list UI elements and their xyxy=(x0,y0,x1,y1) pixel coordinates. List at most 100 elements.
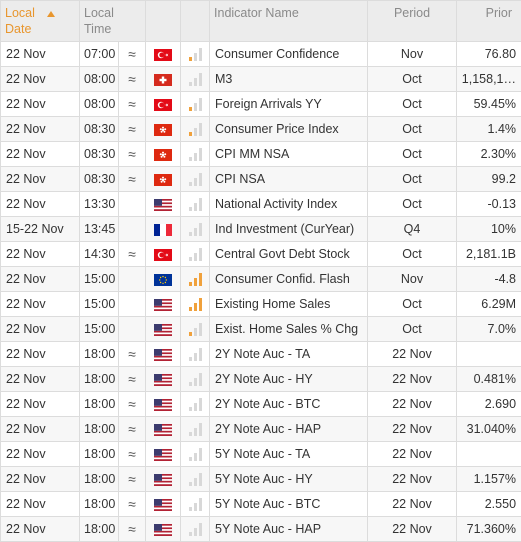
row-date: 22 Nov xyxy=(1,242,80,267)
turkey-flag-icon xyxy=(154,249,172,261)
table-row[interactable]: 22 Nov18:00≈2Y Note Auc - BTC22 Nov2.690 xyxy=(1,392,521,417)
column-header-indicator-name[interactable]: Indicator Name xyxy=(210,1,368,42)
table-row[interactable]: 22 Nov13:30National Activity IndexOct-0.… xyxy=(1,192,521,217)
row-indicator-name[interactable]: M3 xyxy=(210,67,368,92)
row-period: 22 Nov xyxy=(368,442,457,467)
row-prior: -0.13 xyxy=(457,192,521,217)
approx-time-icon xyxy=(119,267,146,292)
row-country xyxy=(146,167,181,192)
column-header-local-date[interactable]: LocalDate xyxy=(1,1,80,42)
row-indicator-name[interactable]: 2Y Note Auc - TA xyxy=(210,342,368,367)
row-date: 22 Nov xyxy=(1,267,80,292)
hong-kong-flag-icon xyxy=(154,149,172,161)
row-indicator-name[interactable]: Exist. Home Sales % Chg xyxy=(210,317,368,342)
row-prior: 31.040% xyxy=(457,417,521,442)
row-impact xyxy=(181,117,210,142)
table-row[interactable]: 22 Nov18:00≈5Y Note Auc - BTC22 Nov2.550 xyxy=(1,492,521,517)
column-header-period[interactable]: Period xyxy=(368,1,457,42)
column-header-local-time[interactable]: LocalTime xyxy=(80,1,146,42)
table-row[interactable]: 15-22 Nov13:45Ind Investment (CurYear)Q4… xyxy=(1,217,521,242)
row-date: 22 Nov xyxy=(1,42,80,67)
row-indicator-name[interactable]: Ind Investment (CurYear) xyxy=(210,217,368,242)
united-states-flag-icon xyxy=(154,299,172,311)
impact-bars-icon xyxy=(187,97,203,111)
row-indicator-name[interactable]: 2Y Note Auc - HAP xyxy=(210,417,368,442)
table-row[interactable]: 22 Nov18:00≈5Y Note Auc - HY22 Nov1.157% xyxy=(1,467,521,492)
row-period: 22 Nov xyxy=(368,392,457,417)
table-row[interactable]: 22 Nov08:30≈CPI NSAOct99.2 xyxy=(1,167,521,192)
table-row[interactable]: 22 Nov15:00Exist. Home Sales % ChgOct7.0… xyxy=(1,317,521,342)
row-indicator-name[interactable]: Central Govt Debt Stock xyxy=(210,242,368,267)
row-period: Oct xyxy=(368,242,457,267)
row-impact xyxy=(181,392,210,417)
row-country xyxy=(146,117,181,142)
approx-time-icon: ≈ xyxy=(119,92,146,117)
table-header: LocalDate LocalTime Indicator Name Perio… xyxy=(1,1,521,42)
impact-bar xyxy=(199,148,202,161)
impact-bar xyxy=(189,482,192,486)
row-indicator-name[interactable]: Consumer Confidence xyxy=(210,42,368,67)
row-indicator-name[interactable]: 5Y Note Auc - HY xyxy=(210,467,368,492)
impact-bar xyxy=(199,223,202,236)
row-indicator-name[interactable]: National Activity Index xyxy=(210,192,368,217)
row-prior: 99.2 xyxy=(457,167,521,192)
impact-bar xyxy=(194,403,197,411)
local-time-label-line2: Time xyxy=(84,22,111,36)
row-date: 22 Nov xyxy=(1,67,80,92)
impact-bar xyxy=(189,382,192,386)
table-row[interactable]: 22 Nov08:00≈M3Oct1,158,1… xyxy=(1,67,521,92)
row-indicator-name[interactable]: Consumer Confid. Flash xyxy=(210,267,368,292)
table-row[interactable]: 22 Nov08:00≈Foreign Arrivals YYOct59.45% xyxy=(1,92,521,117)
table-row[interactable]: 22 Nov18:00≈2Y Note Auc - HAP22 Nov31.04… xyxy=(1,417,521,442)
row-period: Oct xyxy=(368,292,457,317)
row-indicator-name[interactable]: 2Y Note Auc - HY xyxy=(210,367,368,392)
row-indicator-name[interactable]: 5Y Note Auc - BTC xyxy=(210,492,368,517)
impact-bar xyxy=(189,57,192,61)
row-indicator-name[interactable]: Foreign Arrivals YY xyxy=(210,92,368,117)
impact-bar xyxy=(194,453,197,461)
impact-bars-icon xyxy=(187,272,203,286)
table-row[interactable]: 22 Nov15:00Consumer Confid. FlashNov-4.8 xyxy=(1,267,521,292)
approx-time-icon xyxy=(119,292,146,317)
table-row[interactable]: 22 Nov08:30≈Consumer Price IndexOct1.4% xyxy=(1,117,521,142)
row-country xyxy=(146,67,181,92)
table-row[interactable]: 22 Nov08:30≈CPI MM NSAOct2.30% xyxy=(1,142,521,167)
impact-bar xyxy=(189,332,192,336)
table-row[interactable]: 22 Nov14:30≈Central Govt Debt StockOct2,… xyxy=(1,242,521,267)
table-row[interactable]: 22 Nov15:00Existing Home SalesOct6.29M xyxy=(1,292,521,317)
row-impact xyxy=(181,92,210,117)
row-indicator-name[interactable]: CPI MM NSA xyxy=(210,142,368,167)
impact-bar xyxy=(189,457,192,461)
impact-bars-icon xyxy=(187,247,203,261)
row-indicator-name[interactable]: CPI NSA xyxy=(210,167,368,192)
column-header-prior[interactable]: Prior xyxy=(457,1,521,42)
table-row[interactable]: 22 Nov07:00≈Consumer ConfidenceNov76.80 xyxy=(1,42,521,67)
row-indicator-name[interactable]: 2Y Note Auc - BTC xyxy=(210,392,368,417)
row-prior: 0.481% xyxy=(457,367,521,392)
impact-bar xyxy=(194,128,197,136)
row-time: 07:00 xyxy=(80,42,119,67)
table-row[interactable]: 22 Nov18:00≈2Y Note Auc - HY22 Nov0.481% xyxy=(1,367,521,392)
impact-bar xyxy=(199,498,202,511)
row-indicator-name[interactable]: 5Y Note Auc - HAP xyxy=(210,517,368,542)
impact-bar xyxy=(189,357,192,361)
table-row[interactable]: 22 Nov18:00≈5Y Note Auc - TA22 Nov xyxy=(1,442,521,467)
impact-bars-icon xyxy=(187,447,203,461)
impact-bar xyxy=(199,98,202,111)
row-indicator-name[interactable]: 5Y Note Auc - TA xyxy=(210,442,368,467)
impact-bar xyxy=(194,478,197,486)
row-period: 22 Nov xyxy=(368,367,457,392)
impact-bar xyxy=(194,103,197,111)
impact-bar xyxy=(189,157,192,161)
row-period: Oct xyxy=(368,67,457,92)
row-impact xyxy=(181,367,210,392)
row-period: 22 Nov xyxy=(368,517,457,542)
row-date: 22 Nov xyxy=(1,317,80,342)
table-row[interactable]: 22 Nov18:00≈5Y Note Auc - HAP22 Nov71.36… xyxy=(1,517,521,542)
approx-time-icon: ≈ xyxy=(119,367,146,392)
row-indicator-name[interactable]: Existing Home Sales xyxy=(210,292,368,317)
impact-bar xyxy=(194,228,197,236)
table-row[interactable]: 22 Nov18:00≈2Y Note Auc - TA22 Nov xyxy=(1,342,521,367)
row-indicator-name[interactable]: Consumer Price Index xyxy=(210,117,368,142)
row-date: 22 Nov xyxy=(1,492,80,517)
